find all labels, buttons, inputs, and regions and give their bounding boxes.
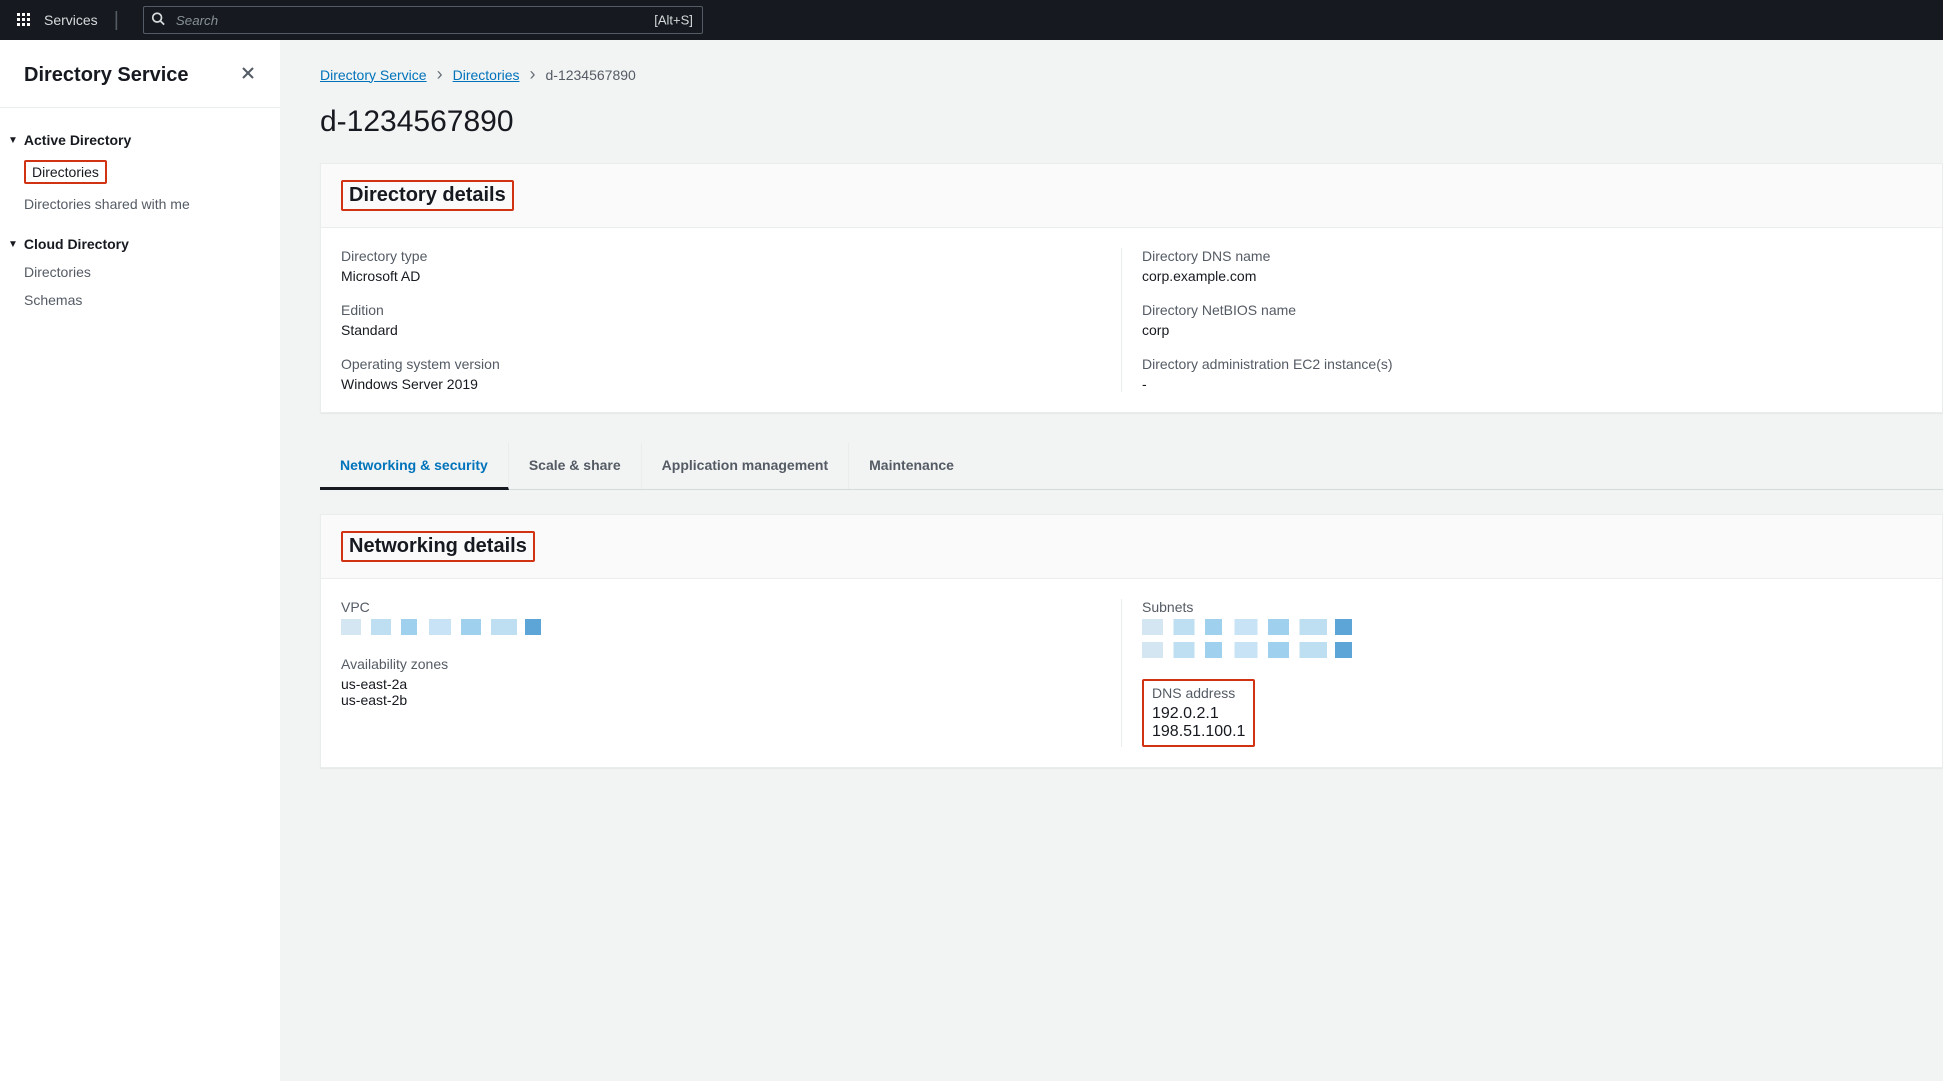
sidebar-item-directories-shared[interactable]: Directories shared with me xyxy=(0,190,280,218)
sidebar-item-cloud-directories[interactable]: Directories xyxy=(0,258,280,286)
tab-networking-security[interactable]: Networking & security xyxy=(320,443,509,490)
search-shortcut-hint: [Alt+S] xyxy=(654,13,693,28)
apps-grid-icon[interactable] xyxy=(16,12,32,28)
main-content: Directory Service › Directories › d-1234… xyxy=(280,40,1943,1081)
redacted-vpc-value xyxy=(341,619,1121,638)
panel-title: Directory details xyxy=(341,180,514,211)
redacted-subnet-value xyxy=(1142,619,1922,638)
field-label: DNS address xyxy=(1152,685,1245,701)
field-value-ec2: - xyxy=(1142,376,1922,392)
field-label: Edition xyxy=(341,302,1121,318)
field-value-os-version: Windows Server 2019 xyxy=(341,376,1121,392)
field-value-directory-type: Microsoft AD xyxy=(341,268,1121,284)
field-label: VPC xyxy=(341,599,1121,615)
tab-scale-share[interactable]: Scale & share xyxy=(509,443,642,489)
field-value-netbios: corp xyxy=(1142,322,1922,338)
field-value-edition: Standard xyxy=(341,322,1121,338)
close-icon[interactable] xyxy=(240,65,256,86)
nav-divider: | xyxy=(114,9,119,32)
tab-application-management[interactable]: Application management xyxy=(642,443,849,489)
field-value-az-1: us-east-2b xyxy=(341,692,1121,708)
sidebar-item-label: Directories xyxy=(24,160,107,184)
breadcrumb-link[interactable]: Directories xyxy=(453,67,520,83)
tab-maintenance[interactable]: Maintenance xyxy=(849,443,974,489)
caret-down-icon: ▼ xyxy=(8,239,18,250)
field-label: Availability zones xyxy=(341,656,1121,672)
global-search-wrap: [Alt+S] xyxy=(143,6,703,34)
page-title: d-1234567890 xyxy=(316,85,1943,163)
sidebar-group-label: Cloud Directory xyxy=(24,236,129,252)
tabs: Networking & security Scale & share Appl… xyxy=(320,443,1943,490)
panel-directory-details: Directory details Directory type Microso… xyxy=(320,163,1943,413)
search-icon xyxy=(151,12,165,29)
sidebar-item-label: Directories shared with me xyxy=(24,196,190,212)
field-label: Directory DNS name xyxy=(1142,248,1922,264)
field-label: Subnets xyxy=(1142,599,1922,615)
sidebar-item-label: Schemas xyxy=(24,292,82,308)
field-value-dns-addr-0: 192.0.2.1 xyxy=(1152,705,1245,723)
sidebar-group-active-directory[interactable]: ▼ Active Directory xyxy=(0,124,280,154)
panel-title: Networking details xyxy=(341,531,535,562)
top-navbar: Services | [Alt+S] xyxy=(0,0,1943,40)
sidebar-item-label: Directories xyxy=(24,264,91,280)
sidebar-group-label: Active Directory xyxy=(24,132,131,148)
breadcrumb-current: d-1234567890 xyxy=(546,67,636,83)
field-label: Operating system version xyxy=(341,356,1121,372)
sidebar-item-directories[interactable]: Directories xyxy=(0,154,280,190)
panel-networking-details: Networking details VPC Availability zone… xyxy=(320,514,1943,768)
breadcrumb: Directory Service › Directories › d-1234… xyxy=(316,64,1943,85)
redacted-subnet-value xyxy=(1142,642,1922,661)
chevron-right-icon: › xyxy=(437,64,443,85)
field-value-dns-addr-1: 198.51.100.1 xyxy=(1152,723,1245,741)
chevron-right-icon: › xyxy=(530,64,536,85)
caret-down-icon: ▼ xyxy=(8,135,18,146)
field-label: Directory type xyxy=(341,248,1121,264)
global-search-input[interactable] xyxy=(143,6,703,34)
services-menu[interactable]: Services xyxy=(44,12,98,28)
field-value-az-0: us-east-2a xyxy=(341,676,1121,692)
field-label: Directory administration EC2 instance(s) xyxy=(1142,356,1922,372)
sidebar-group-cloud-directory[interactable]: ▼ Cloud Directory xyxy=(0,228,280,258)
sidebar-title: Directory Service xyxy=(24,64,189,87)
field-value-dns-name: corp.example.com xyxy=(1142,268,1922,284)
field-label: Directory NetBIOS name xyxy=(1142,302,1922,318)
sidebar-item-schemas[interactable]: Schemas xyxy=(0,286,280,314)
breadcrumb-link[interactable]: Directory Service xyxy=(320,67,427,83)
sidebar: Directory Service ▼ Active Directory Dir… xyxy=(0,40,280,1081)
